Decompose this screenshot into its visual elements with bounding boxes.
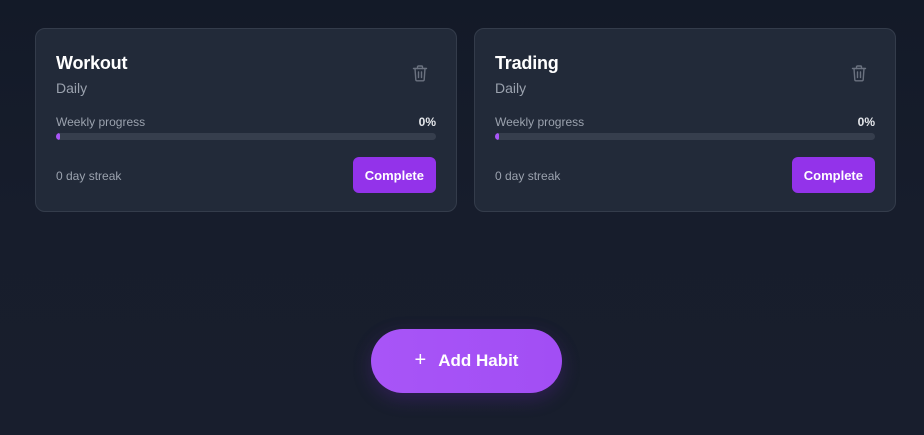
habit-title: Trading xyxy=(495,53,559,73)
weekly-progress-bar xyxy=(495,133,875,140)
weekly-progress-label: Weekly progress xyxy=(495,115,585,129)
streak-count: 0 day streak xyxy=(56,169,122,183)
streak-count: 0 day streak xyxy=(495,169,561,183)
add-habit-label: Add Habit xyxy=(438,351,519,370)
weekly-progress-fill xyxy=(495,133,499,140)
habit-frequency: Daily xyxy=(56,80,88,96)
trash-icon[interactable] xyxy=(851,65,867,82)
complete-button[interactable]: Complete xyxy=(352,157,436,193)
habit-grid: Workout Daily Weekly progress 0% 0 day s… xyxy=(35,28,896,212)
habit-card-trading: Trading Daily Weekly progress 0% 0 day s… xyxy=(474,28,896,212)
plus-icon: + xyxy=(414,349,427,371)
habit-title: Workout xyxy=(56,53,128,73)
habit-frequency: Daily xyxy=(495,80,527,96)
weekly-progress-percent: 0% xyxy=(418,115,436,129)
trash-icon[interactable] xyxy=(412,65,428,82)
habit-card-workout: Workout Daily Weekly progress 0% 0 day s… xyxy=(35,28,457,212)
weekly-progress-percent: 0% xyxy=(857,115,875,129)
weekly-progress-label: Weekly progress xyxy=(56,115,146,129)
add-habit-button[interactable]: + Add Habit xyxy=(371,329,562,393)
complete-button[interactable]: Complete xyxy=(791,157,875,193)
weekly-progress-bar xyxy=(56,133,436,140)
weekly-progress-fill xyxy=(56,133,60,140)
